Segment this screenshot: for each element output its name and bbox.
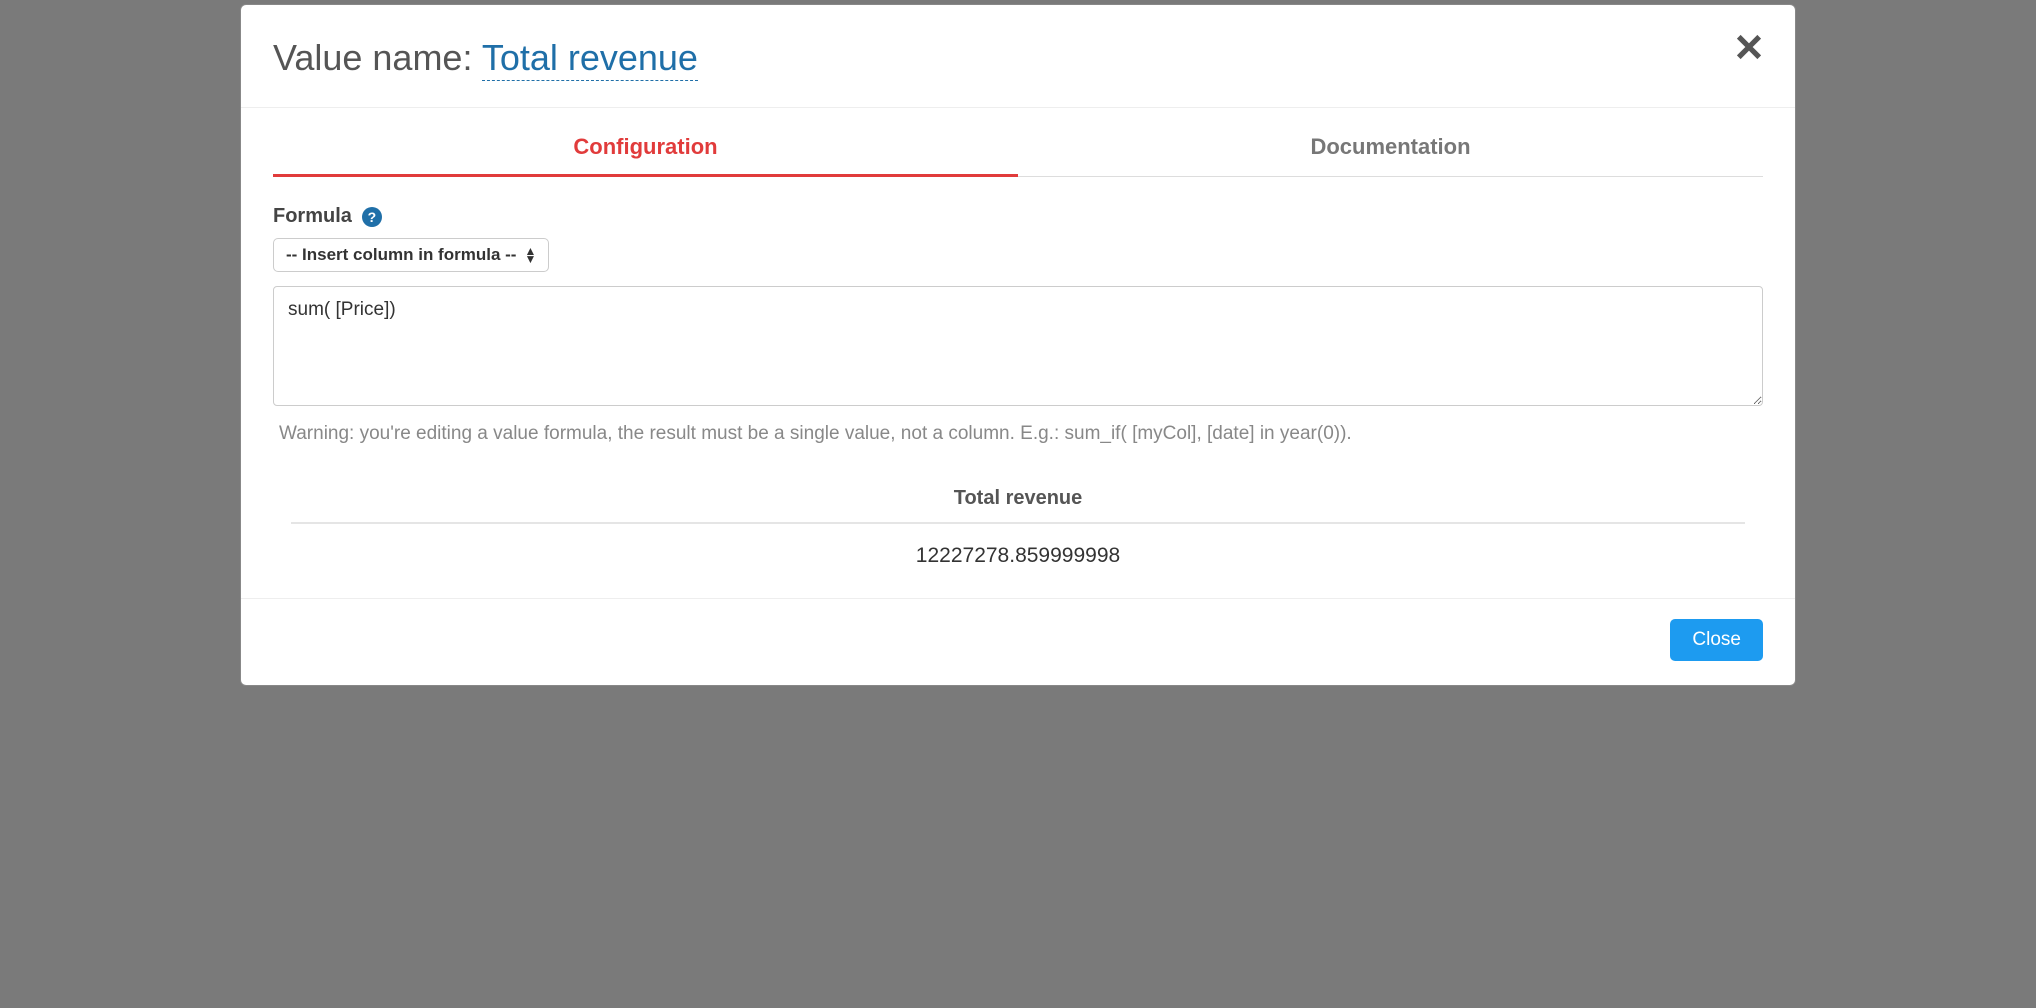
value-name-label: Value name: (273, 37, 482, 78)
close-button[interactable]: Close (1670, 619, 1763, 661)
formula-label-text: Formula (273, 205, 352, 228)
help-icon[interactable]: ? (362, 207, 382, 227)
formula-section-label: Formula ? (273, 205, 1763, 228)
formula-editor-modal: Value name: Total revenue Configuration … (240, 4, 1796, 686)
close-icon[interactable] (1731, 29, 1767, 65)
result-value: 12227278.859999998 (291, 524, 1745, 578)
value-name-editable[interactable]: Total revenue (482, 37, 698, 81)
chevron-updown-icon: ▲▼ (524, 247, 536, 263)
modal-footer: Close (241, 598, 1795, 685)
result-column-header: Total revenue (291, 487, 1745, 524)
tab-configuration[interactable]: Configuration (273, 116, 1018, 177)
modal-title: Value name: Total revenue (273, 37, 1763, 79)
dropdown-selected-label: -- Insert column in formula -- (286, 245, 516, 265)
result-section: Total revenue 12227278.859999998 (273, 487, 1763, 578)
tab-bar: Configuration Documentation (241, 116, 1795, 177)
formula-input[interactable]: sum( [Price]) (273, 286, 1763, 406)
modal-header: Value name: Total revenue (241, 5, 1795, 108)
tab-content-configuration: Formula ? -- Insert column in formula --… (241, 177, 1795, 598)
formula-warning-text: Warning: you're editing a value formula,… (273, 423, 1763, 445)
tab-documentation[interactable]: Documentation (1018, 116, 1763, 177)
insert-column-dropdown[interactable]: -- Insert column in formula -- ▲▼ (273, 238, 549, 272)
